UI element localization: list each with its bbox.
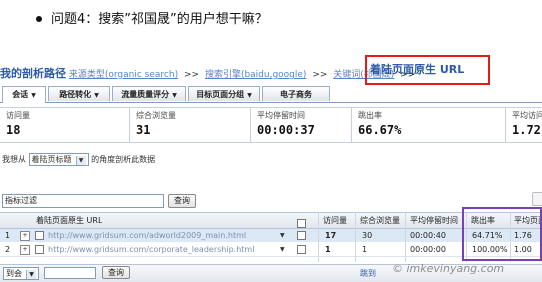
toolbar-button[interactable]	[532, 192, 542, 206]
watermark: © imkevinyang.com	[392, 262, 505, 275]
chevron-down-icon[interactable]: ▼	[280, 243, 285, 256]
metric-label: 平均访问	[512, 111, 542, 120]
column-header-visits[interactable]: 访问量	[323, 213, 347, 228]
tab-session[interactable]: 会话 ▼	[2, 86, 46, 103]
metric-value: 1.72	[512, 123, 541, 137]
table-row[interactable]: 2 + http://www.gridsum.com/corporate_lea…	[0, 243, 542, 257]
breadcrumb-separator: >>	[312, 70, 328, 80]
table-row[interactable]: 1 + http://www.gridsum.com/adworld2009_m…	[0, 229, 542, 242]
row-avg-time: 00:00:00	[410, 245, 446, 254]
breadcrumb-current: 着陆页面原生 URL	[370, 63, 465, 76]
row-pageviews: 30	[362, 231, 373, 240]
row-pageviews: 1	[362, 245, 368, 254]
query-button[interactable]: 查询	[168, 194, 196, 208]
question-heading: 问题4：搜索”祁国晟”的用户想干嘛？	[36, 8, 268, 27]
row-select-checkbox[interactable]	[297, 243, 306, 256]
row-expand-button[interactable]: +	[20, 243, 30, 256]
row-visits: 1	[325, 245, 331, 254]
breadcrumb-current-highlight: 着陆页面原生 URL	[365, 55, 490, 85]
dimension-prefix: 我想从	[2, 155, 26, 164]
metrics-summary: 访问量 18 综合浏览量 31 平均停留时间 00:00:37 跳出率 66.6…	[0, 107, 542, 143]
tab-ecommerce[interactable]: 电子商务	[262, 86, 330, 101]
chevron-down-icon: ▼	[31, 92, 36, 99]
pager-select[interactable]: 到会 ▼	[3, 267, 39, 280]
tab-target-page-group[interactable]: 目标页面分组 ▼	[188, 86, 260, 101]
metric-label: 访问量	[6, 111, 30, 120]
breadcrumb-item-source-type[interactable]: 来源类型(organic search)	[69, 70, 178, 80]
metric-pageviews: 综合浏览量 31	[130, 108, 251, 142]
column-header-pageviews[interactable]: 综合浏览量	[360, 213, 400, 228]
row-index: 1	[5, 231, 11, 240]
row-avg-time: 00:00:40	[410, 231, 446, 240]
dimension-select[interactable]: 着陆页标题 ▼	[28, 153, 89, 166]
question-text: 问题4：搜索”祁国晟”的用户想干嘛？	[51, 12, 268, 27]
column-divider	[318, 212, 319, 262]
chevron-down-icon: ▼	[172, 92, 177, 99]
row-checkbox[interactable]	[35, 243, 44, 256]
dimension-selected: 着陆页标题	[31, 155, 72, 164]
metric-value: 31	[136, 123, 151, 137]
metric-value: 18	[6, 123, 21, 137]
bounce-highlight-box	[462, 207, 542, 261]
metric-visits: 访问量 18	[0, 108, 130, 142]
row-select-checkbox[interactable]	[297, 229, 306, 242]
dimension-suffix: 的角度剖析此数据	[91, 155, 156, 164]
column-header-avg-time[interactable]: 平均停留时间	[410, 213, 458, 228]
metric-value: 00:00:37	[257, 123, 315, 137]
tab-path-conversion[interactable]: 路径转化 ▼	[48, 86, 110, 101]
metric-bounce-rate: 跳出率 66.67%	[352, 108, 506, 142]
table-header: 着陆页面原生 URL 访问量 综合浏览量 平均停留时间 跳出率 平均页面	[0, 212, 542, 229]
chevron-down-icon: ▼	[26, 270, 36, 279]
chevron-down-icon[interactable]: ▼	[280, 229, 285, 242]
filter-input[interactable]: 指标过滤	[2, 194, 164, 208]
chevron-down-icon: ▼	[94, 92, 99, 99]
metric-avg-time: 平均停留时间 00:00:37	[251, 108, 352, 142]
metric-avg-pages: 平均访问 1.72	[506, 108, 542, 142]
metric-tabs: 会话 ▼ 路径转化 ▼ 流量质量评分 ▼ 目标页面分组 ▼ 电子商务	[0, 86, 542, 103]
column-divider	[355, 212, 356, 262]
row-checkbox[interactable]	[35, 229, 44, 242]
metric-label: 综合浏览量	[136, 111, 176, 120]
tab-traffic-quality[interactable]: 流量质量评分 ▼	[112, 86, 186, 101]
metric-label: 跳出率	[358, 111, 382, 120]
pager-input[interactable]	[44, 267, 96, 279]
dimension-row: 我想从 着陆页标题 ▼ 的角度剖析此数据	[2, 153, 155, 166]
column-divider	[405, 212, 406, 262]
data-table: 着陆页面原生 URL 访问量 综合浏览量 平均停留时间 跳出率 平均页面 1 +…	[0, 212, 542, 262]
column-header-url[interactable]: 着陆页面原生 URL	[36, 213, 102, 228]
row-index: 2	[5, 245, 11, 254]
chevron-down-icon: ▼	[247, 92, 252, 99]
row-url-link[interactable]: http://www.gridsum.com/adworld2009_main.…	[48, 229, 278, 242]
breadcrumb: 我的剖析路径 来源类型(organic search) >> 搜索引擎(baid…	[0, 65, 418, 81]
breadcrumb-item-search-engine[interactable]: 搜索引擎(baidu,google)	[205, 70, 307, 80]
metric-label: 平均停留时间	[257, 111, 305, 120]
row-url-link[interactable]: http://www.gridsum.com/corporate_leaders…	[48, 243, 278, 256]
chevron-down-icon: ▼	[75, 156, 86, 165]
breadcrumb-title: 我的剖析路径	[0, 67, 66, 80]
row-visits: 17	[325, 231, 337, 240]
breadcrumb-separator: >>	[183, 70, 200, 80]
row-expand-button[interactable]: +	[20, 229, 30, 242]
bullet-icon	[36, 15, 42, 22]
pager-query-button[interactable]: 查询	[102, 266, 130, 279]
pager-jump-label: 跳到	[360, 269, 376, 278]
metric-value: 66.67%	[358, 123, 402, 137]
